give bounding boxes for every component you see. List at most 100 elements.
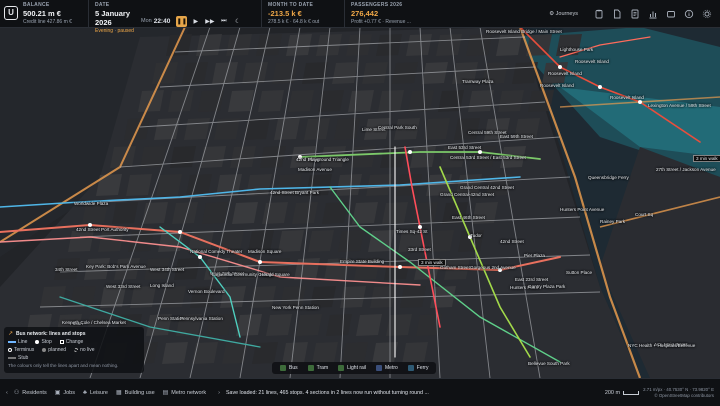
map-label: Key Park: Bob's Park Avenue — [86, 264, 146, 269]
terminus-swatch-icon — [8, 348, 12, 352]
mode-bus-button[interactable]: Bus — [280, 365, 298, 371]
night-mode-icon[interactable]: ☾ — [232, 16, 243, 27]
map-label: Central 53rd Street / East 53rd Street — [450, 155, 526, 160]
mode-ferry-button[interactable]: Ferry — [407, 365, 428, 371]
map-label: East 23rd Street — [515, 277, 549, 282]
mode-tram-button[interactable]: Tram — [307, 365, 328, 371]
bottom-bar: ‹ ⚇ Residents ▣ Jobs ♣ Leisure ▦ Building us… — [0, 378, 720, 406]
map-label: 3 min walk — [693, 155, 720, 162]
building-block — [362, 62, 388, 84]
fast-forward-button[interactable]: ▶▶ — [204, 16, 215, 27]
overlay-leisure-button[interactable]: ♣ Leisure — [83, 390, 108, 396]
building-block — [442, 202, 468, 224]
map-label: 42nd Street Port Authority — [76, 227, 129, 232]
building-block — [296, 314, 322, 336]
building-block — [152, 62, 178, 84]
stop[interactable] — [178, 230, 182, 234]
stop[interactable] — [258, 260, 262, 264]
building-block — [160, 286, 186, 308]
map-label: Court Sq — [635, 212, 654, 217]
date-section: DATE 5 January 2026 Evening · paused Mon… — [89, 0, 261, 34]
bar-chart-icon[interactable] — [648, 9, 658, 19]
building-block — [342, 342, 368, 364]
month-value: -213.5 k € — [268, 9, 302, 18]
building-block — [294, 258, 320, 280]
overlay-jobs-button[interactable]: ▣ Jobs — [55, 389, 75, 397]
gear-icon: ⚙ — [549, 10, 555, 17]
mode-light-rail-button[interactable]: Light rail — [338, 365, 366, 371]
collapse-icon[interactable]: ↗ — [8, 330, 13, 337]
map-label: Playground Triangle — [308, 157, 349, 162]
map-label: Roosevelt Island — [548, 71, 582, 76]
map-label: Empire State Building — [340, 259, 385, 264]
map-label: 42nd Street — [500, 239, 524, 244]
stop[interactable] — [398, 265, 402, 269]
map-label: Gorgeous 2nd Avenue — [470, 265, 516, 270]
building-block — [406, 34, 432, 56]
building-block — [410, 146, 436, 168]
stop[interactable] — [478, 150, 482, 154]
building-block — [40, 286, 66, 308]
balance-value: 500.21 m € — [23, 9, 61, 18]
overlay-metro-network-button[interactable]: ▤ Metro network — [163, 389, 207, 397]
fastest-button[interactable]: ⏭ — [218, 16, 229, 27]
map-label: Rainey Park — [600, 219, 626, 224]
attribution: © OpenStreetMap contributors — [654, 392, 714, 398]
overlay-residents-label: Residents — [22, 389, 47, 396]
file-icon[interactable] — [612, 9, 622, 19]
building-block — [378, 90, 404, 112]
month-section: MONTH TO DATE -213.5 k € 278.5 k € · 64.… — [262, 0, 344, 27]
stop[interactable] — [558, 65, 562, 69]
line-swatch-icon — [8, 341, 16, 343]
map-label: 34th Street — [55, 267, 78, 272]
map-label: Grand Central-42nd Street — [440, 192, 495, 197]
building-block — [278, 230, 304, 252]
building-block — [262, 202, 288, 224]
stop[interactable] — [408, 150, 412, 154]
date-value: 5 January 2026 — [95, 9, 131, 27]
month-in: 278.5 k € — [268, 19, 289, 25]
info-icon[interactable] — [684, 9, 694, 19]
map-label: Roosevelt Island — [610, 95, 644, 100]
wallet-icon[interactable] — [666, 9, 676, 19]
building-block — [112, 202, 138, 224]
map-label: Kenneth Cole / Chelsea Market — [62, 320, 126, 325]
chevron-right-icon[interactable]: › — [218, 390, 220, 396]
map-label: Times Sq-42 St — [396, 229, 428, 234]
legend-panel: ↗ Bus network: lines and stops Line Stop… — [4, 327, 144, 373]
building-block — [198, 90, 224, 112]
legend-stub: Stub — [18, 355, 29, 361]
overlay-residents-button[interactable]: ⚇ Residents — [14, 389, 47, 397]
overlay-building-use-button[interactable]: ▦ Building use — [116, 389, 155, 397]
building-block — [350, 146, 376, 168]
city-map[interactable]: Roosevelt Island Bridge / Main Street Lig… — [0, 27, 720, 378]
stop[interactable] — [198, 255, 202, 259]
clipboard-icon[interactable] — [594, 9, 604, 19]
app-logo-icon: U — [4, 6, 18, 20]
pause-button[interactable]: ❚❚ — [176, 15, 188, 27]
building-block — [126, 174, 152, 196]
settings-icon[interactable] — [702, 9, 712, 19]
mode-bus-label: Bus — [289, 365, 298, 371]
mode-light-rail-label: Light rail — [347, 365, 367, 371]
journeys-button[interactable]: ⚙ Journeys — [549, 11, 578, 17]
map-label: East 46th Street — [452, 215, 485, 220]
balance-label: BALANCE — [23, 2, 50, 8]
building-block — [308, 230, 334, 252]
tram-icon — [307, 365, 314, 371]
stop[interactable] — [638, 100, 642, 104]
map-label: West 33rd Street — [106, 284, 141, 289]
map-label: Hunters Point Avenue — [560, 207, 605, 212]
chevron-left-icon[interactable]: ‹ — [6, 390, 8, 396]
map-label: NYC Health + Hospitals/Bellevue — [628, 343, 696, 348]
time-status: paused — [117, 28, 134, 34]
document-icon[interactable] — [630, 9, 640, 19]
building-block — [334, 118, 360, 140]
planned-swatch-icon — [42, 348, 47, 352]
mode-metro-button[interactable]: Metro — [376, 365, 398, 371]
play-button[interactable]: ▶ — [190, 16, 201, 27]
building-block — [312, 342, 338, 364]
stop[interactable] — [598, 85, 602, 89]
bus-icon — [280, 365, 286, 371]
map-label: West 34th Street — [150, 267, 185, 272]
